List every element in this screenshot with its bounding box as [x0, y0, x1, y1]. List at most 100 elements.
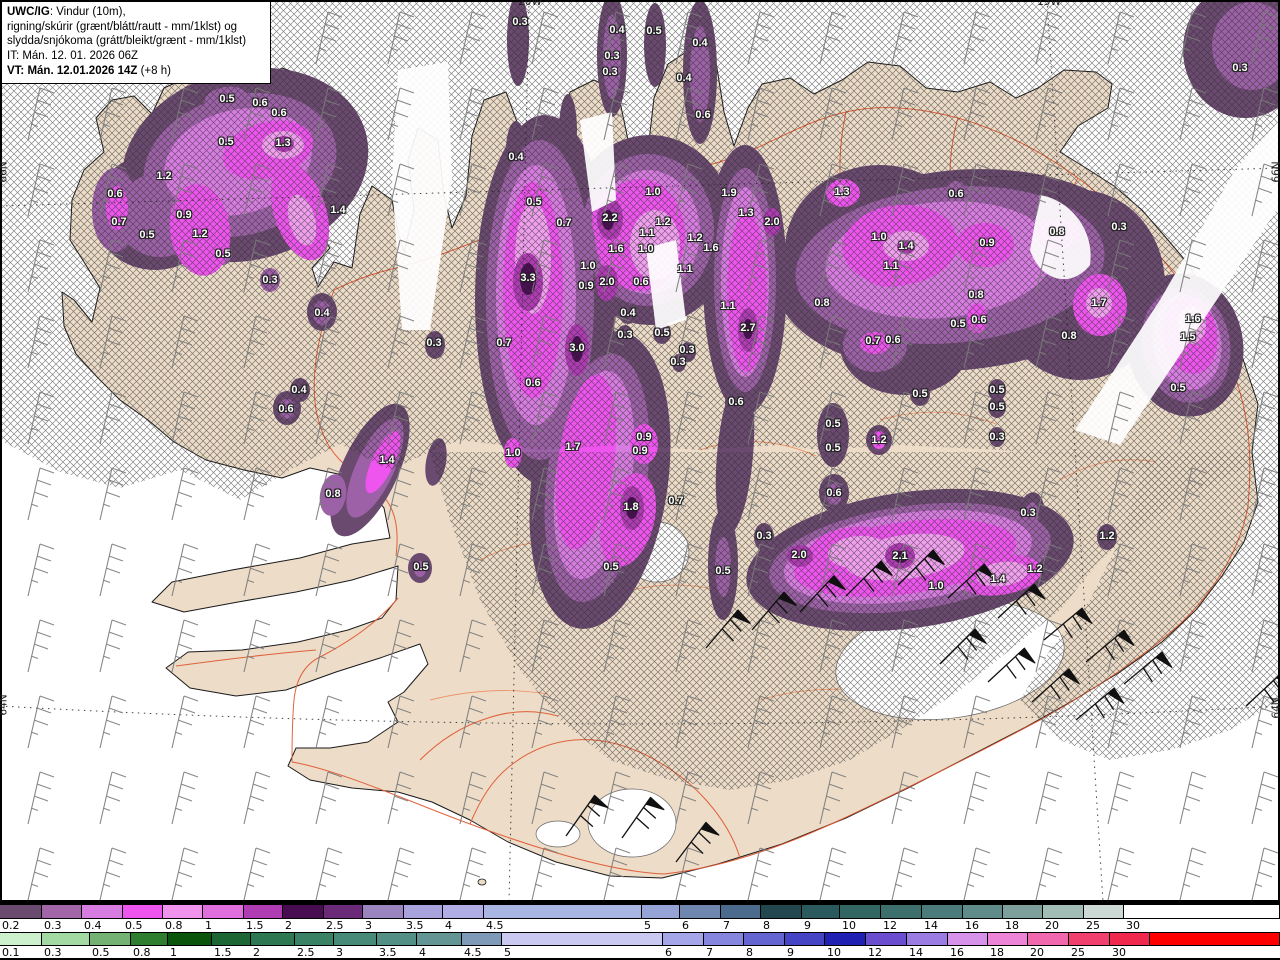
sleet-scale-cell-label: 2.5: [326, 919, 344, 932]
rain-scale-cell: [462, 933, 502, 945]
sleet-scale-cell: [721, 905, 761, 918]
rain-scale-cell: [948, 933, 988, 945]
init-time: IT: Mán. 12. 01. 2026 06Z: [7, 50, 139, 63]
rain-scale-cell-label: 0.1: [2, 946, 20, 959]
rain-scale-cell: [663, 933, 704, 945]
sleet-scale-cell: [963, 905, 1003, 918]
sleet-scale-cell: [82, 905, 123, 918]
rain-scale-cell-label: 6: [665, 946, 672, 959]
rain-scale-cell-label: 18: [990, 946, 1004, 959]
sleet-scale-cell: [1084, 905, 1124, 918]
model-name: UWC/IG: [7, 6, 50, 18]
rain-scale-cell: [744, 933, 785, 945]
sleet-scale-cell-label: 30: [1126, 919, 1140, 932]
rain-scale-cell-label: 1: [170, 946, 177, 959]
rain-scale-cell: [1028, 933, 1069, 945]
title-line-2: rigning/skúrir (grænt/blátt/rautt - mm/1…: [7, 20, 238, 33]
sleet-scale-labels: 0.2 0.3 0.4 0.5 0.8 1 1.5 2 2.5 3 3.5 4 4.5 5 6 7 8 9 10 12…: [0, 919, 1280, 932]
sleet-scale-cell: [42, 905, 82, 918]
sleet-scale-cell: [642, 905, 680, 918]
rain-scale-cell-label: 0.8: [133, 946, 151, 959]
sleet-scale-cell: [123, 905, 163, 918]
sleet-scale-cell-label: 0.5: [125, 919, 143, 932]
rain-scale-cell-label: 30: [1112, 946, 1126, 959]
rain-scale-cell: [988, 933, 1028, 945]
sleet-scale-cell: [283, 905, 324, 918]
sleet-scale-cell: [203, 905, 244, 918]
sleet-scale-cell-label: 6: [682, 919, 689, 932]
sleet-scale-cell: [881, 905, 922, 918]
sleet-scale-cell-label: 0.4: [84, 919, 102, 932]
rain-scale-cell-label: 25: [1071, 946, 1085, 959]
graticule-label: 66N: [1270, 161, 1280, 183]
sleet-scale-cell: [922, 905, 963, 918]
sleet-scale-cell-label: 16: [965, 919, 979, 932]
rain-scale-cell: [168, 933, 212, 945]
rain-scale-cell-label: 14: [909, 946, 923, 959]
rain-scale-labels: 0.1 0.3 0.5 0.8 1 1.5 2 2.5 3 3.5 4 4.5 5 6 7 8 9 10 12 14 1…: [0, 946, 1280, 959]
rain-scale-cell: [1110, 933, 1150, 945]
rain-scale-cell-label: 2: [253, 946, 260, 959]
rain-scale-cell-label: 0.3: [44, 946, 62, 959]
sleet-scale-cell-label: 1.5: [246, 919, 264, 932]
rain-scale-cell: [704, 933, 744, 945]
sleet-scale-cell-label: 14: [924, 919, 938, 932]
sleet-scale-cell: [484, 905, 642, 918]
sleet-scale-cell: [761, 905, 802, 918]
rain-scale-cell-label: 4: [419, 946, 426, 959]
title-box: UWC/IG: Vindur (10m), rigning/skúrir (gr…: [1, 1, 271, 84]
graticule-label: 15W: [1037, 0, 1061, 8]
rain-scale-cell: [417, 933, 462, 945]
sleet-scale-cell-label: 1: [205, 919, 212, 932]
valid-time: VT: Mán. 12.01.2026 14Z (+8 h): [7, 64, 171, 77]
sleet-scale-cell: [324, 905, 363, 918]
graticule-label: 20W: [518, 0, 542, 8]
rain-scale-cell-label: 10: [827, 946, 841, 959]
sleet-scale-cell-label: 0.8: [165, 919, 183, 932]
sleet-scale-cell-label: 20: [1045, 919, 1059, 932]
sleet-scale-cell-label: 3: [365, 919, 372, 932]
sleet-scale-cell: [443, 905, 484, 918]
rain-scale-cell: [212, 933, 251, 945]
sleet-scale-cell-label: 0.3: [44, 919, 62, 932]
rain-scale-cell-label: 16: [950, 946, 964, 959]
rain-scale-cell: [1150, 933, 1280, 945]
rain-scale-cell: [251, 933, 295, 945]
sleet-scale-cell: [163, 905, 203, 918]
rain-scale-cell: [1069, 933, 1110, 945]
rain-scale-cell: [295, 933, 334, 945]
rain-scale-cell-label: 12: [868, 946, 882, 959]
graticule-label: 64N: [1270, 697, 1280, 719]
sleet-scale-cell-label: 7: [723, 919, 730, 932]
rain-scale-cell-label: 2.5: [297, 946, 315, 959]
rain-scale-cell-label: 3: [336, 946, 343, 959]
graticule-label: 64N: [0, 694, 10, 716]
rain-scale-cell: [131, 933, 168, 945]
rain-scale-cell: [907, 933, 948, 945]
sleet-scale-cell: [244, 905, 283, 918]
wind-barb-field: [0, 0, 1280, 902]
rain-scale-cell-label: 9: [787, 946, 794, 959]
rain-scale-cell: [0, 933, 42, 945]
title-line-1: UWC/IG: Vindur (10m),: [7, 6, 126, 18]
rain-scale-cell-label: 1.5: [214, 946, 232, 959]
rain-scale-cell-label: 7: [706, 946, 713, 959]
rain-scale-cell: [90, 933, 131, 945]
rain-scale-cell: [825, 933, 866, 945]
sleet-scale-cell: [1043, 905, 1084, 918]
sleet-scale-cell: [363, 905, 404, 918]
rain-scale-cell: [866, 933, 907, 945]
map-art: [0, 0, 1280, 902]
rain-scale-cell: [334, 933, 377, 945]
rain-scale-cell-label: 0.5: [92, 946, 110, 959]
rain-scale-bar: [0, 932, 1280, 946]
sleet-scale-cell: [680, 905, 721, 918]
sleet-scale-cell: [1003, 905, 1043, 918]
sleet-scale-cell-label: 9: [804, 919, 811, 932]
rain-scale-cell-label: 3.5: [379, 946, 397, 959]
rain-scale-cell-label: 8: [746, 946, 753, 959]
sleet-scale-cell: [840, 905, 881, 918]
sleet-scale-cell-label: 25: [1086, 919, 1100, 932]
legend-colorbars: 0.2 0.3 0.4 0.5 0.8 1 1.5 2 2.5 3 3.5 4 4.5 5 6 7 8 9 10 12…: [0, 902, 1280, 960]
sleet-scale-cell: [404, 905, 443, 918]
